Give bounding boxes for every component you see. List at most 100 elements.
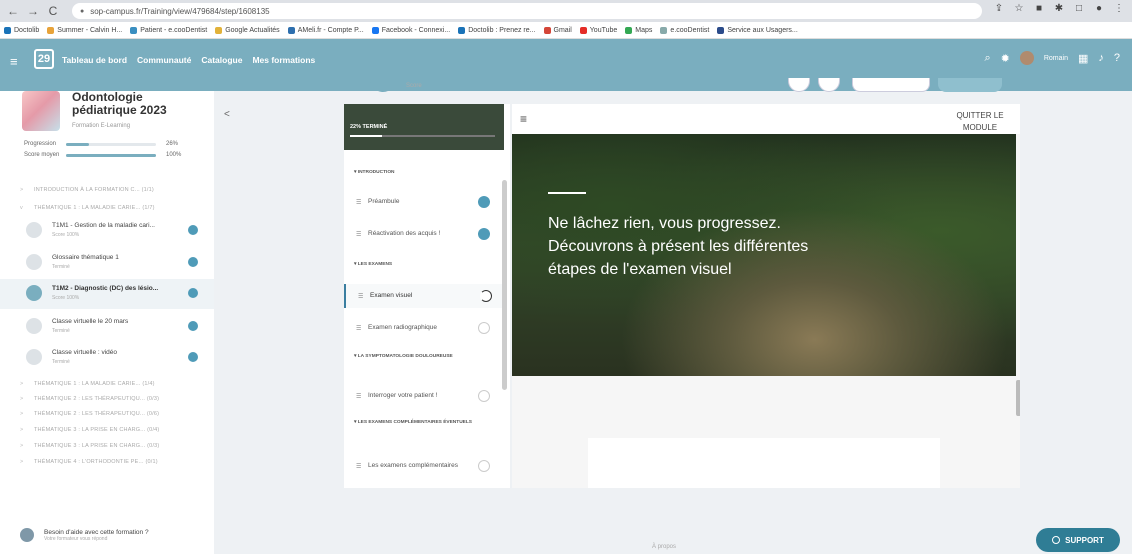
hero-divider	[548, 192, 586, 194]
browser-toolbar: ← → C ● sop-campus.fr/Training/view/4796…	[0, 0, 1132, 22]
share-icon[interactable]: ⇪	[992, 3, 1006, 14]
help-box[interactable]: Besoin d'aide avec cette formation ? Vot…	[20, 528, 149, 542]
content-scrollbar[interactable]	[1016, 380, 1020, 416]
forward-icon[interactable]: →	[26, 4, 40, 18]
module-progress-bar	[350, 135, 382, 137]
help-icon[interactable]: ?	[1114, 52, 1120, 64]
puzzle-icon[interactable]: ✱	[1052, 3, 1066, 14]
module-scrollbar[interactable]	[502, 180, 507, 390]
text-lines-icon: ☰	[356, 464, 362, 470]
text-lines-icon: ☰	[356, 326, 362, 332]
lesson-status-circle	[26, 318, 42, 334]
bookmark[interactable]: Service aux Usagers...	[717, 26, 798, 34]
nav-catalogue[interactable]: Catalogue	[201, 55, 242, 65]
bookmark[interactable]: Gmail	[543, 26, 572, 34]
bookmark[interactable]: e.cooDentist	[660, 26, 709, 34]
lesson-item[interactable]: ☰ Préambule	[344, 190, 504, 214]
tree-item[interactable]: > INTRODUCTION À LA FORMATION C... (1/1)	[20, 187, 210, 193]
check-icon	[478, 228, 490, 240]
bookmark[interactable]: Summer - Calvin H...	[47, 26, 122, 34]
check-icon	[188, 321, 198, 331]
collapse-chevron-icon[interactable]: <	[224, 109, 230, 120]
tree-item[interactable]: > THÉMATIQUE 3 : LA PRISE EN CHARG... (0/…	[20, 427, 210, 433]
avatar[interactable]	[1019, 51, 1034, 65]
score-row: Score moyen 100%	[24, 152, 182, 158]
course-thumbnail	[22, 91, 60, 131]
list-item[interactable]: T1M1 - Gestion de la maladie cari... Sco…	[0, 216, 214, 246]
check-icon	[188, 225, 198, 235]
nav-communaute[interactable]: Communauté	[137, 55, 191, 65]
empty-circle-icon	[478, 390, 490, 402]
user-name[interactable]: Romain	[1044, 55, 1068, 62]
nav-mes-formations[interactable]: Mes formations	[252, 55, 315, 65]
support-button[interactable]: SUPPORT	[1036, 528, 1120, 552]
bookmark[interactable]: Google Actualités	[215, 26, 280, 34]
bookmark[interactable]: Patient - e.cooDentist	[130, 26, 207, 34]
bookmark[interactable]: AMeli.fr - Compte P...	[287, 26, 364, 34]
back-icon[interactable]: ←	[6, 4, 20, 18]
lesson-item-active[interactable]: ☰ Examen visuel	[344, 284, 504, 308]
bookmark[interactable]: Doctolib : Prenez re...	[458, 26, 536, 34]
hamburger-icon[interactable]: ≡	[10, 54, 18, 69]
hero-text: Ne lâchez rien, vous progressez. Découvr…	[548, 215, 809, 278]
bell-icon[interactable]: ♪	[1098, 52, 1104, 64]
list-item[interactable]: Glossaire thématique 1 Terminé	[0, 248, 214, 278]
kebab-icon[interactable]: ⋮	[1112, 3, 1126, 14]
logo-icon[interactable]: 29	[34, 49, 54, 69]
hero-image: Ne lâchez rien, vous progressez. Découvr…	[512, 134, 1016, 376]
tree-item[interactable]: > THÉMATIQUE 1 : LA MALADIE CARIE... (1/4…	[20, 381, 210, 387]
profile-icon[interactable]: ●	[1092, 3, 1106, 14]
text-lines-icon: ☰	[356, 232, 362, 238]
module-navigation: 22% TERMINÉ ▾ INTRODUCTION ☰ Préambule ☰…	[344, 104, 510, 488]
nav-tableau-de-bord[interactable]: Tableau de bord	[62, 55, 127, 65]
text-lines-icon: ☰	[356, 200, 362, 206]
tree-item[interactable]: > THÉMATIQUE 2 : LES THÉRAPEUTIQU... (0/6…	[20, 411, 210, 417]
bookmark[interactable]: Facebook - Connexi...	[371, 26, 450, 34]
empty-circle-icon	[478, 322, 490, 334]
bookmark[interactable]: Maps	[625, 26, 652, 34]
tree-item[interactable]: > THÉMATIQUE 2 : LES THÉRAPEUTIQU... (0/3…	[20, 396, 210, 402]
list-item[interactable]: Classe virtuelle : vidéo Terminé	[0, 343, 214, 373]
bookmark[interactable]: YouTube	[579, 26, 617, 34]
tree-item[interactable]: v THÉMATIQUE 1 : LA MALADIE CARIE... (1/7…	[20, 205, 210, 211]
lesson-status-circle	[26, 285, 42, 301]
reload-icon[interactable]: C	[46, 4, 60, 18]
text-lines-icon: ☰	[358, 294, 364, 300]
lesson-item[interactable]: ☰ Examen radiographique	[344, 316, 504, 340]
url-text: sop-campus.fr/Training/view/479684/step/…	[90, 6, 270, 16]
star-icon[interactable]: ☆	[1012, 3, 1026, 14]
menu-icon[interactable]: ≡	[520, 112, 527, 126]
gear-icon[interactable]: ✹	[1001, 52, 1010, 65]
extension-icon[interactable]: ■	[1032, 3, 1046, 14]
help-title: Besoin d'aide avec cette formation ?	[44, 528, 149, 536]
list-item[interactable]: Classe virtuelle le 20 mars Terminé	[0, 312, 214, 342]
chat-icon	[1052, 536, 1061, 544]
lock-icon: ●	[80, 7, 85, 15]
tree-item[interactable]: > THÉMATIQUE 4 : L'ORTHODONTIE PE... (0/1…	[20, 459, 210, 465]
check-icon	[478, 196, 490, 208]
next-button[interactable]	[938, 78, 1002, 92]
bookmark[interactable]: Doctolib	[4, 26, 39, 34]
bookmarks-bar: Doctolib Summer - Calvin H... Patient - …	[0, 22, 1132, 39]
course-title: Odontologie pédiatrique 2023	[72, 90, 167, 117]
footer-link[interactable]: À propos	[652, 544, 676, 550]
lesson-status-circle	[26, 222, 42, 238]
lesson-item[interactable]: ☰ Réactivation des acquis !	[344, 222, 504, 246]
progression-bar	[66, 142, 90, 146]
lesson-content: ≡ QUITTER LE MODULE Ne lâchez rien, vous…	[512, 104, 1020, 488]
progression-row: Progression 26%	[24, 141, 179, 147]
tree-item[interactable]: > THÉMATIQUE 3 : LA PRISE EN CHARG... (0/…	[20, 443, 210, 449]
address-bar[interactable]: ● sop-campus.fr/Training/view/479684/ste…	[72, 3, 982, 19]
content-topbar: ≡ QUITTER LE MODULE	[512, 104, 1020, 134]
search-icon[interactable]: ⌕	[984, 52, 990, 65]
previous-button[interactable]	[852, 78, 930, 92]
lesson-item[interactable]: ☰ Les examens complémentaires	[344, 454, 504, 478]
calendar-icon[interactable]: ▦	[1078, 52, 1088, 65]
module-progress-header: 22% TERMINÉ	[344, 104, 504, 150]
quit-module-button[interactable]: QUITTER LE MODULE	[942, 110, 1018, 134]
window-icon[interactable]: □	[1072, 3, 1086, 14]
lesson-item[interactable]: ☰ Interroger votre patient !	[344, 384, 504, 408]
section-heading: ▾ LES EXAMENS	[354, 262, 393, 267]
list-item-active[interactable]: T1M2 - Diagnostic (DC) des lésio... Scor…	[0, 279, 214, 309]
empty-circle-icon	[478, 460, 490, 472]
